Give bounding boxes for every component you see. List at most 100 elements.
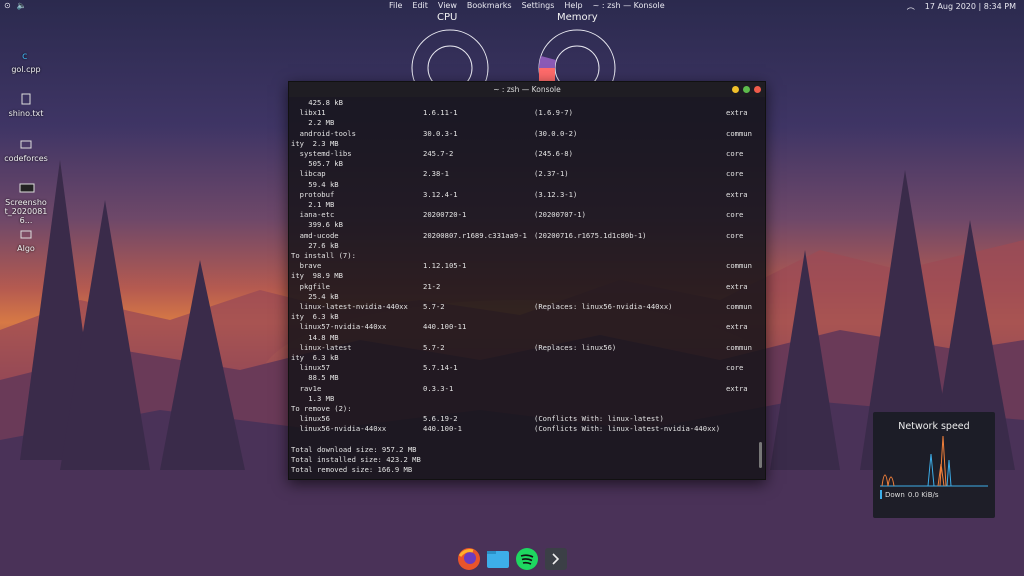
terminal-cell: (2.37-1) (534, 169, 569, 179)
terminal-cell: core (726, 149, 744, 158)
terminal-cell: 20200720-1 (423, 210, 467, 220)
terminal-cell: systemd-libs (291, 149, 352, 158)
terminal-cell: iana-etc (291, 210, 335, 220)
svg-text:c: c (22, 51, 28, 61)
terminal-cell: 2.38-1 (423, 169, 449, 179)
folder-icon[interactable] (486, 547, 510, 571)
terminal-cell: core (726, 363, 744, 373)
terminal-cell: extra (726, 383, 748, 393)
terminal-cell: 0.3.3-1 (423, 383, 454, 393)
terminal-cell: 21-2 (423, 281, 441, 291)
menu-bookmarks[interactable]: Bookmarks (467, 1, 512, 10)
terminal-cell: linux56 (291, 414, 330, 424)
terminal-cell: extra (726, 108, 748, 118)
terminal-cell: (1.6.9-7) (534, 108, 573, 118)
terminal-cell: 30.0.3-1 (423, 128, 458, 138)
terminal-cell: 1.3 MB (291, 393, 335, 403)
terminal-cell: extra (726, 281, 748, 291)
terminal-cell: linux56-nvidia-440xx (291, 424, 387, 434)
desktop-icon-shino-txt[interactable]: shino.txt (0, 93, 54, 118)
terminal-cell: 440.100-11 (423, 322, 467, 332)
firefox-icon[interactable] (457, 547, 481, 571)
terminal-cell: (30.0.0-2) (534, 128, 578, 138)
terminal-scrollbar[interactable] (759, 442, 762, 468)
terminal-cell: core (726, 169, 744, 179)
terminal-cell: libcap (291, 169, 326, 179)
download-color-swatch (880, 490, 882, 499)
terminal-cell: linux57-nvidia-440xx (291, 322, 387, 332)
terminal-cell: extra (726, 189, 748, 199)
terminal-cell: Total installed size: 423.2 MB (291, 455, 421, 464)
terminal-cell: 25.4 kB (291, 291, 339, 301)
desktop-icon-algo[interactable]: Algo (0, 228, 54, 253)
konsole-titlebar[interactable]: ~ : zsh — Konsole (289, 82, 765, 97)
desktop-icon-codeforces[interactable]: codeforces (0, 138, 54, 163)
clock[interactable]: 17 Aug 2020 | 8:34 PM (925, 2, 1016, 11)
terminal-cell: linux-latest (291, 342, 352, 352)
terminal-cell: (Replaces: linux56-nvidia-440xx) (534, 302, 673, 311)
app-launcher-icon[interactable]: ⊙ (4, 1, 11, 10)
terminal-cell: 399.6 kB (291, 220, 343, 230)
terminal-cell: (Conflicts With: linux-latest) (534, 414, 664, 424)
terminal-cell: 2.1 MB (291, 200, 335, 209)
cpu-gauge (411, 29, 489, 88)
window-title: ~ : zsh — Konsole (592, 1, 665, 10)
terminal-cell: ity 98.9 MB (291, 271, 343, 281)
memory-gauge-title: Memory (557, 12, 598, 23)
terminal-cell: amd-ucode (291, 230, 339, 240)
terminal-cell: 88.5 MB (291, 373, 339, 383)
folder-icon (19, 138, 33, 150)
terminal-cell: (Conflicts With: linux-latest-nvidia-440… (534, 424, 721, 434)
desktop-icon-screenshot[interactable]: Screenshot_20200816... (0, 182, 54, 225)
cpu-gauge-title: CPU (437, 12, 458, 23)
terminal-cell: commun (726, 128, 752, 138)
minimize-button[interactable] (732, 86, 739, 93)
terminal-cell: 5.6.19-2 (423, 414, 458, 424)
terminal-cell: (245.6-8) (534, 149, 573, 158)
terminal-cell: ity 2.3 MB (291, 138, 339, 148)
network-graph (880, 435, 988, 487)
terminal-cell: core (726, 210, 744, 220)
terminal-cell: linux-latest-nvidia-440xx (291, 302, 408, 311)
terminal-cell: 425.8 kB (291, 98, 343, 107)
menu-view[interactable]: View (438, 1, 457, 10)
terminal-cell: (20200707-1) (534, 210, 586, 220)
terminal-cell: 20200807.r1689.c331aa9-1 (423, 230, 527, 240)
desktop-icon-gol-cpp[interactable]: c gol.cpp (0, 49, 54, 74)
terminal-cell: linux57 (291, 363, 330, 373)
terminal-cell: commun (726, 261, 752, 271)
terminal-cell: 505.7 kB (291, 159, 343, 169)
menu-settings[interactable]: Settings (522, 1, 555, 10)
terminal-cell: core (726, 230, 744, 240)
konsole-window[interactable]: ~ : zsh — Konsole 425.8 kB libx11 1.6.11-… (288, 81, 766, 480)
cpp-file-icon: c (19, 49, 33, 62)
terminal-cell: 5.7-2 (423, 302, 445, 311)
maximize-button[interactable] (743, 86, 750, 93)
spotify-icon[interactable] (515, 547, 539, 571)
menu-file[interactable]: File (389, 1, 402, 10)
terminal-cell: 245.7-2 (423, 149, 454, 158)
network-widget-title: Network speed (898, 421, 970, 432)
terminal-cell: 1.12.105-1 (423, 261, 467, 271)
image-file-icon (19, 182, 35, 194)
wifi-icon[interactable]: ︵ (907, 1, 915, 12)
konsole-title: ~ : zsh — Konsole (493, 85, 561, 94)
menu-edit[interactable]: Edit (412, 1, 428, 10)
terminal-cell: 1.6.11-1 (423, 108, 458, 118)
terminal-cell: 5.7.14-1 (423, 363, 458, 373)
close-button[interactable] (754, 86, 761, 93)
top-panel: ⊙ 🔈 File Edit View Bookmarks Settings He… (0, 0, 1024, 12)
menu-help[interactable]: Help (564, 1, 582, 10)
terminal-cell: Total download size: 957.2 MB (291, 444, 417, 454)
terminal-cell: 2.2 MB (291, 118, 335, 128)
terminal-cell: 27.6 kB (291, 240, 339, 250)
folder-icon (19, 228, 33, 240)
terminal-cell: pkgfile (291, 281, 330, 291)
terminal-output[interactable]: 425.8 kB libx11 1.6.11-1 (1.6.9-7) extra 2.… (291, 98, 755, 479)
text-file-icon (19, 93, 33, 105)
terminal-cell: 5.7-2 (423, 342, 445, 352)
terminal-cell: ity 6.3 kB (291, 353, 339, 362)
terminal-icon[interactable] (544, 547, 568, 571)
volume-icon[interactable]: 🔈 (17, 1, 27, 10)
terminal-cell: (Replaces: linux56) (534, 342, 617, 352)
